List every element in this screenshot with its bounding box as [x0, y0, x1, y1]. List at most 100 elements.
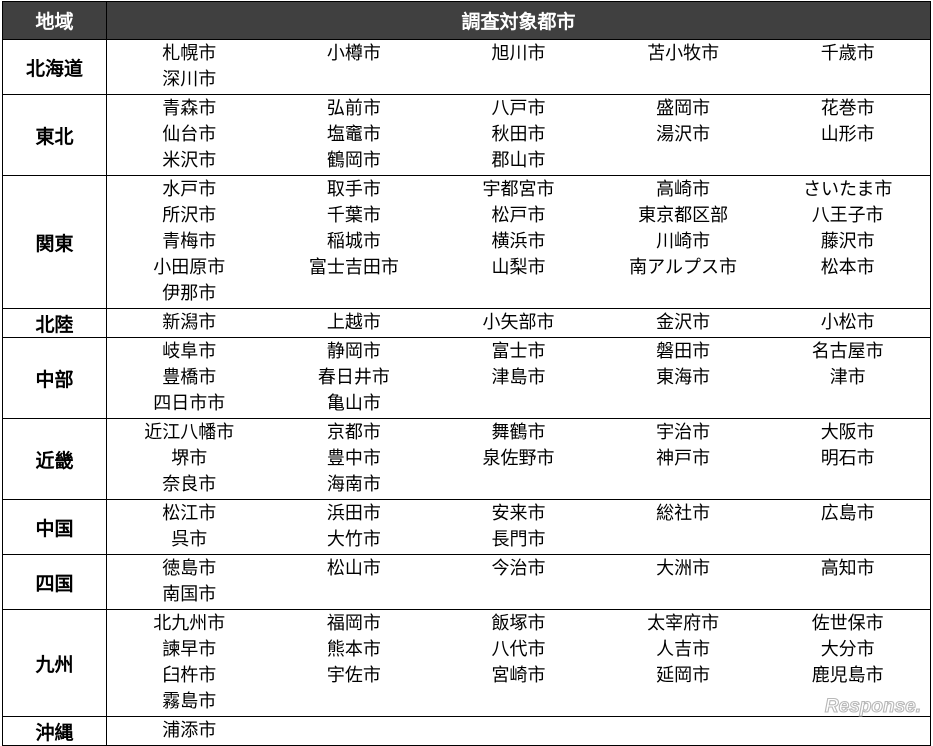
city-name: 宇治市 [656, 422, 711, 443]
city-name: 北九州市 [153, 613, 226, 634]
city-list: 徳島市 松山市 今治市 大洲市 高知市 南国市 [106, 554, 931, 610]
city-name: 南アルプス市 [629, 257, 737, 278]
watermark-text: Response. [825, 696, 921, 717]
city-name: 宇都宮市 [482, 179, 555, 200]
city-name: 近江八幡市 [144, 422, 235, 443]
city-name: 東海市 [656, 367, 711, 388]
region-row: 沖縄 浦添市 [2, 716, 931, 746]
city-name: 人吉市 [656, 639, 711, 660]
city-name: 湯沢市 [656, 124, 711, 145]
city-name: 新潟市 [162, 312, 217, 333]
city-name: 大分市 [820, 639, 875, 660]
city-name: 奈良市 [162, 474, 217, 495]
city-name: 京都市 [326, 422, 381, 443]
region-row: 東北 青森市 弘前市 八戸市 盛岡市 花巻市 仙台市 塩竈市 秋田市 湯沢市 山形市 米沢市 鶴岡市 郡山… [2, 94, 931, 176]
city-name: 大竹市 [326, 529, 381, 550]
city-name: 旭川市 [491, 43, 546, 64]
city-name: 山梨市 [491, 257, 546, 278]
region-name: 北海道 [2, 39, 107, 95]
region-name: 沖縄 [2, 716, 107, 746]
region-name: 九州 [2, 609, 107, 717]
city-grid: 青森市 弘前市 八戸市 盛岡市 花巻市 仙台市 塩竈市 秋田市 湯沢市 山形市 米沢市 鶴岡市 郡山市 [107, 96, 930, 174]
city-name: 小田原市 [153, 257, 226, 278]
city-name: 千歳市 [820, 43, 875, 64]
region-name: 四国 [2, 554, 107, 610]
city-name: 松江市 [162, 503, 217, 524]
region-row: 関東 水戸市 取手市 宇都宮市 高崎市 さいたま市 所沢市 千葉市 松戸市 東京都区部 八王子市 青梅… [2, 175, 931, 309]
city-grid: 松江市 浜田市 安来市 総社市 広島市 呉市 大竹市 長門市 [107, 501, 930, 553]
city-name: 岐阜市 [162, 341, 217, 362]
city-name: 磐田市 [656, 341, 711, 362]
city-name: 高知市 [820, 558, 875, 579]
city-name: 川崎市 [656, 231, 711, 252]
city-name: 小松市 [820, 312, 875, 333]
region-row: 北海道 札幌市 小樽市 旭川市 苫小牧市 千歳市 深川市 [2, 39, 931, 95]
city-name: 春日井市 [317, 367, 390, 388]
city-name: 青森市 [162, 98, 217, 119]
city-name: 総社市 [656, 503, 711, 524]
city-list: 松江市 浜田市 安来市 総社市 広島市 呉市 大竹市 長門市 [106, 499, 931, 555]
city-name: さいたま市 [802, 179, 893, 200]
city-name: 塩竈市 [326, 124, 381, 145]
city-list: 岐阜市 静岡市 富士市 磐田市 名古屋市 豊橋市 春日井市 津島市 東海市 津市 四日市市 亀山市 [106, 337, 931, 419]
region-header: 地域 [2, 1, 107, 40]
city-name: 鹿児島市 [811, 665, 884, 686]
city-name: 花巻市 [820, 98, 875, 119]
city-list: 新潟市 上越市 小矢部市 金沢市 小松市 [106, 308, 931, 338]
city-name: 八戸市 [491, 98, 546, 119]
city-name: 小樽市 [326, 43, 381, 64]
city-grid: 水戸市 取手市 宇都宮市 高崎市 さいたま市 所沢市 千葉市 松戸市 東京都区部 八王子市 青梅市 稲… [107, 177, 930, 307]
region-name: 中部 [2, 337, 107, 419]
city-name: 小矢部市 [482, 312, 555, 333]
region-row: 九州 北九州市 福岡市 飯塚市 太宰府市 佐世保市 諫早市 熊本市 八代市 人吉市 大分市 臼杵市 宇佐… [2, 609, 931, 717]
city-name: 水戸市 [162, 179, 217, 200]
region-name: 北陸 [2, 308, 107, 338]
region-row: 近畿 近江八幡市 京都市 舞鶴市 宇治市 大阪市 堺市 豊中市 泉佐野市 神戸市 明石市 奈良市 海南市 [2, 418, 931, 500]
header-row: 地域 調査対象都市 [2, 1, 931, 40]
city-name: 安来市 [491, 503, 546, 524]
city-name: 所沢市 [162, 205, 217, 226]
city-name: 高崎市 [656, 179, 711, 200]
city-name: 延岡市 [656, 665, 711, 686]
city-name: 浜田市 [326, 503, 381, 524]
city-name: 千葉市 [326, 205, 381, 226]
city-name: 南国市 [162, 584, 217, 605]
city-name: 津市 [829, 367, 866, 388]
city-name: 大阪市 [820, 422, 875, 443]
cities-header: 調査対象都市 [106, 1, 931, 40]
city-name: 飯塚市 [491, 613, 546, 634]
city-name: 東京都区部 [638, 205, 729, 226]
region-name: 関東 [2, 175, 107, 309]
city-grid: 新潟市 上越市 小矢部市 金沢市 小松市 [107, 310, 930, 336]
city-name: 泉佐野市 [482, 448, 555, 469]
city-name: 取手市 [326, 179, 381, 200]
city-name: 宮崎市 [491, 665, 546, 686]
city-name: 米沢市 [162, 150, 217, 171]
city-name: 富士吉田市 [308, 257, 399, 278]
city-name: 札幌市 [162, 43, 217, 64]
city-name: 横浜市 [491, 231, 546, 252]
city-name: 宇佐市 [326, 665, 381, 686]
city-name: 長門市 [491, 529, 546, 550]
city-name: 熊本市 [326, 639, 381, 660]
region-row: 四国 徳島市 松山市 今治市 大洲市 高知市 南国市 [2, 554, 931, 610]
city-name: 藤沢市 [820, 231, 875, 252]
survey-cities-table: 地域 調査対象都市 北海道 札幌市 小樽市 旭川市 苫小牧市 千歳市 深川市 東北 青森市 弘前市… [2, 1, 931, 746]
city-name: 仙台市 [162, 124, 217, 145]
city-name: 静岡市 [326, 341, 381, 362]
city-name: 八王子市 [811, 205, 884, 226]
city-name: 青梅市 [162, 231, 217, 252]
city-name: 浦添市 [162, 720, 217, 741]
city-name: 徳島市 [162, 558, 217, 579]
region-name: 近畿 [2, 418, 107, 500]
city-grid: 札幌市 小樽市 旭川市 苫小牧市 千歳市 深川市 [107, 41, 930, 93]
city-grid: 浦添市 [107, 718, 930, 744]
city-name: 呉市 [171, 529, 208, 550]
city-name: 松山市 [326, 558, 381, 579]
city-name: 八代市 [491, 639, 546, 660]
city-name: 津島市 [491, 367, 546, 388]
city-name: 大洲市 [656, 558, 711, 579]
city-name: 富士市 [491, 341, 546, 362]
city-name: 山形市 [820, 124, 875, 145]
region-row: 中国 松江市 浜田市 安来市 総社市 広島市 呉市 大竹市 長門市 [2, 499, 931, 555]
